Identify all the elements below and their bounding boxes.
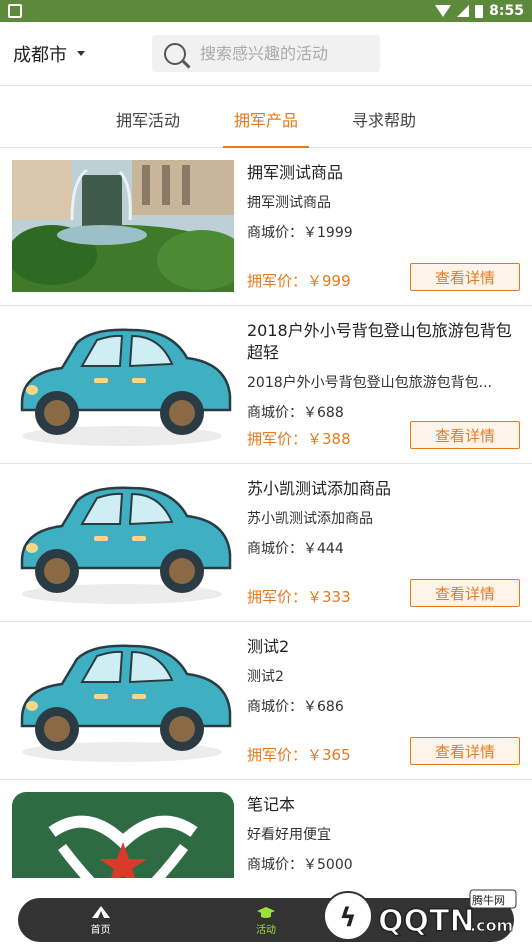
product-name: 拥军测试商品: [247, 163, 344, 182]
search-input[interactable]: [200, 44, 370, 63]
status-bar: 8:55: [0, 0, 532, 22]
tab-seek-help[interactable]: 寻求帮助: [341, 87, 427, 148]
product-name: 2018户外小号背包登山包旅游包背包超轻: [247, 321, 512, 362]
product-list: 拥军测试商品 拥军测试商品 商城价：￥1999 拥军价：￥999 查看详情 20…: [0, 148, 532, 938]
watermark-badge: 腾牛网: [472, 894, 505, 907]
view-details-button[interactable]: 查看详情: [410, 737, 520, 765]
search-icon: [164, 42, 186, 65]
view-details-button[interactable]: 查看详情: [410, 263, 520, 291]
product-item[interactable]: 2018户外小号背包登山包旅游包背包超轻 2018户外小号背包登山包旅游包背包.…: [0, 306, 532, 464]
product-item[interactable]: 苏小凯测试添加商品 苏小凯测试添加商品 商城价：￥444 拥军价：￥333 查看…: [0, 464, 532, 622]
car-illustration: [12, 634, 234, 766]
product-desc: 好看好用便宜: [247, 827, 331, 843]
city-label: 成都市: [13, 44, 67, 66]
mall-price: 商城价：￥1999: [247, 225, 353, 241]
mall-price: 商城价：￥686: [247, 699, 344, 715]
mall-price: 商城价：￥688: [247, 405, 344, 421]
army-price: 拥军价：￥365: [247, 746, 351, 764]
product-desc: 苏小凯测试添加商品: [247, 511, 373, 527]
watermark: ϟ QQTN .com 腾牛网: [320, 884, 520, 942]
city-selector[interactable]: 成都市: [13, 41, 85, 67]
svg-text:QQTN: QQTN: [378, 904, 475, 939]
product-name: 苏小凯测试添加商品: [247, 479, 392, 498]
product-name: 测试2: [247, 637, 290, 656]
view-details-button[interactable]: 查看详情: [410, 579, 520, 607]
nav-home[interactable]: 首页: [61, 905, 141, 936]
tab-army-activities[interactable]: 拥军活动: [105, 87, 191, 148]
army-price: 拥军价：￥333: [247, 588, 351, 606]
status-time: 8:55: [489, 3, 524, 19]
product-desc: 拥军测试商品: [247, 195, 331, 211]
search-box[interactable]: [152, 35, 380, 72]
mall-price: 商城价：￥5000: [247, 857, 353, 873]
product-desc: 测试2: [247, 669, 284, 685]
tab-army-products[interactable]: 拥军产品: [223, 87, 309, 148]
wifi-icon: [435, 5, 452, 17]
svg-text:.com: .com: [470, 916, 513, 935]
car-illustration: [12, 318, 234, 450]
product-item[interactable]: 测试2 测试2 商城价：￥686 拥军价：￥365 查看详情: [0, 622, 532, 780]
battery-icon: [475, 4, 484, 18]
nav-home-label: 首页: [90, 924, 111, 936]
mall-price: 商城价：￥444: [247, 541, 344, 557]
tab-bar: 拥军活动 拥军产品 寻求帮助: [0, 87, 532, 148]
signal-icon: [457, 5, 470, 17]
product-name: 笔记本: [247, 795, 296, 814]
notification-icon: [8, 4, 22, 18]
army-price: 拥军价：￥388: [247, 430, 351, 448]
view-details-button[interactable]: 查看详情: [410, 421, 520, 449]
nav-activities[interactable]: 活动: [226, 905, 306, 936]
svg-text:ϟ: ϟ: [339, 903, 356, 933]
tent-icon: [91, 905, 110, 918]
nav-activities-label: 活动: [255, 924, 276, 936]
car-illustration: [12, 476, 234, 608]
product-desc: 2018户外小号背包登山包旅游包背包...: [247, 375, 492, 391]
hat-icon: [256, 906, 275, 918]
top-bar: 成都市: [0, 22, 532, 86]
product-item[interactable]: 拥军测试商品 拥军测试商品 商城价：￥1999 拥军价：￥999 查看详情: [0, 148, 532, 306]
garden-fountain-photo: [12, 160, 234, 292]
caret-down-icon: [77, 51, 85, 56]
army-price: 拥军价：￥999: [247, 272, 351, 290]
